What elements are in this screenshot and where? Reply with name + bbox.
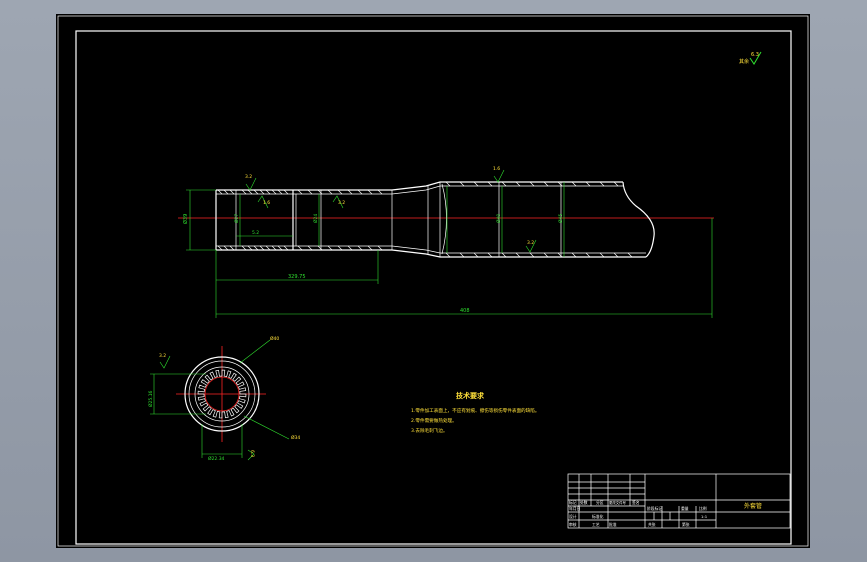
roughness-5: 3.2 xyxy=(527,240,534,246)
tb-label-total-sheets: 共张 xyxy=(648,522,656,527)
title-block: 标记 处数 分区 更改文件号 签名 年月日 设计 标准化 审核 工艺 批准 阶段… xyxy=(567,473,791,529)
tb-label-mark: 标记 xyxy=(569,500,577,505)
section-view: Ø40 Ø34 Ø25.16 Ø22.34 3.2 6.3 xyxy=(147,335,300,462)
dim-dia-right: Ø45 xyxy=(557,214,564,223)
tb-label-date: 年月日 xyxy=(569,506,581,511)
tb-label-standard: 标准化 xyxy=(592,514,604,519)
dim-overall-length: 408 xyxy=(460,308,470,314)
tb-label-review: 审核 xyxy=(569,522,577,527)
tb-label-zone: 分区 xyxy=(596,500,604,505)
tb-label-process: 工艺 xyxy=(592,522,600,527)
dim-dia-left: Ø39 xyxy=(182,214,189,224)
corner-roughness-value: 6.3 xyxy=(751,52,759,58)
tube-main-view xyxy=(215,181,655,258)
dim-dia-inner-b: Ø24 xyxy=(312,214,319,223)
dim-short-length: 5.2 xyxy=(252,230,259,236)
tb-label-count: 处数 xyxy=(580,500,588,505)
notes-title: 技术要求 xyxy=(456,391,485,400)
tb-part-name: 外套管 xyxy=(744,502,762,510)
tb-label-scale: 比例 xyxy=(699,506,707,511)
tb-label-design: 设计 xyxy=(569,514,577,519)
dim-spline-major: Ø25.16 xyxy=(147,390,154,407)
dim-inner-ring: Ø34 xyxy=(291,434,300,441)
cad-drawing: 其余 6.3 Ø39 Ø27 Ø24 Ø40 Ø45 408 329.75 5.… xyxy=(57,15,809,547)
tb-label-sheet-no: 第张 xyxy=(682,522,690,527)
dim-inner-length: 329.75 xyxy=(288,274,306,280)
roughness-section-2: 6.3 xyxy=(249,450,255,457)
dim-dia-inner-a: Ø27 xyxy=(233,214,240,223)
corner-roughness-prefix: 其余 xyxy=(739,58,749,65)
notes-item-2: 2.零件需要做热处理。 xyxy=(411,417,457,424)
tb-label-change-doc: 更改文件号 xyxy=(609,500,627,505)
dim-spline-minor: Ø22.34 xyxy=(208,455,225,462)
outer-border xyxy=(57,15,809,547)
roughness-4: 1.6 xyxy=(493,166,500,172)
tb-label-stage: 阶段标记 xyxy=(647,506,662,511)
length-dimensions: 408 329.75 5.2 xyxy=(215,218,713,318)
roughness-symbols-main: 3.2 1.6 3.2 1.6 3.2 xyxy=(245,166,537,253)
drawing-sheet: 其余 6.3 Ø39 Ø27 Ø24 Ø40 Ø45 408 329.75 5.… xyxy=(56,14,810,548)
notes-item-1: 1.零件加工表面上，不应有划痕、擦伤等损伤零件表面的缺陷。 xyxy=(411,407,539,414)
tb-label-weight: 重量 xyxy=(681,506,689,511)
roughness-1: 3.2 xyxy=(245,174,252,180)
tb-label-sign: 签名 xyxy=(632,500,640,505)
inner-border xyxy=(75,30,792,545)
notes-item-3: 3.去除毛刺飞边。 xyxy=(411,427,448,434)
technical-notes: 技术要求 1.零件加工表面上，不应有划痕、擦伤等损伤零件表面的缺陷。 2.零件需… xyxy=(411,391,539,434)
roughness-3: 3.2 xyxy=(338,200,345,206)
tb-label-approve: 批准 xyxy=(609,522,617,527)
corner-roughness-symbol: 其余 6.3 xyxy=(739,51,762,65)
roughness-section-1: 3.2 xyxy=(159,353,166,359)
tb-scale-value: 1:1 xyxy=(701,514,708,519)
roughness-2: 1.6 xyxy=(263,200,270,206)
dim-dia-main: Ø40 xyxy=(495,214,502,223)
dim-outer-ring: Ø40 xyxy=(270,335,279,342)
